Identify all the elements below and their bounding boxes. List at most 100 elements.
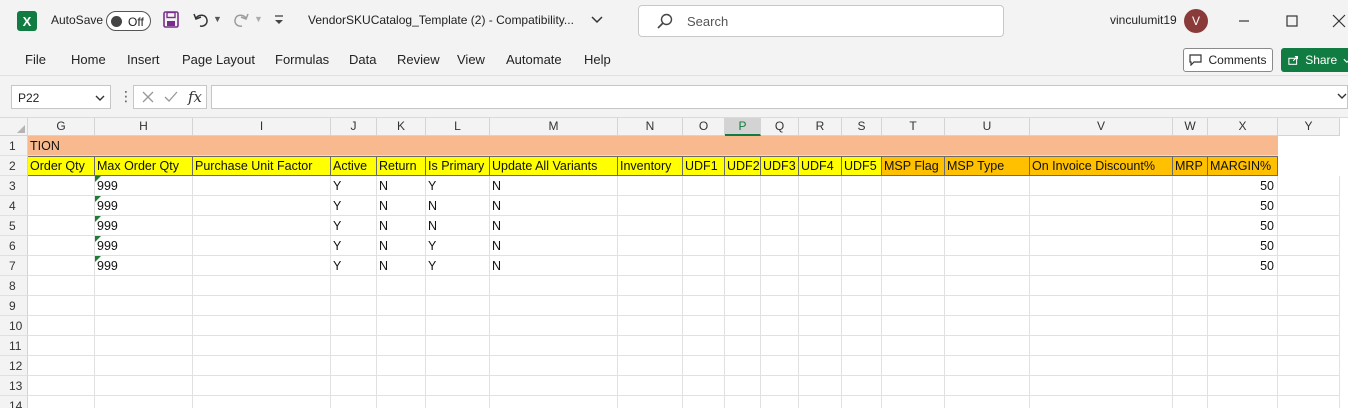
cell-active[interactable]: Y	[331, 196, 377, 216]
cell-return[interactable]: N	[377, 176, 426, 196]
empty-cell[interactable]	[683, 196, 725, 216]
empty-cell[interactable]	[1173, 296, 1208, 316]
column-header-l[interactable]: L	[426, 118, 490, 136]
empty-cell[interactable]	[618, 296, 683, 316]
empty-cell[interactable]	[1173, 276, 1208, 296]
header-cell-msp-type[interactable]: MSP Type	[945, 156, 1030, 176]
close-icon[interactable]	[1331, 13, 1347, 29]
empty-cell[interactable]	[683, 276, 725, 296]
empty-cell[interactable]	[1208, 376, 1278, 396]
empty-cell[interactable]	[377, 276, 426, 296]
empty-cell[interactable]	[618, 216, 683, 236]
header-cell-udf4[interactable]: UDF4	[799, 156, 842, 176]
header-cell-inventory[interactable]: Inventory	[618, 156, 683, 176]
empty-cell[interactable]	[842, 196, 882, 216]
redo-icon[interactable]	[232, 11, 250, 29]
column-header-u[interactable]: U	[945, 118, 1030, 136]
empty-cell[interactable]	[842, 236, 882, 256]
empty-cell[interactable]	[331, 336, 377, 356]
empty-cell[interactable]	[1208, 356, 1278, 376]
header-cell-udf1[interactable]: UDF1	[683, 156, 725, 176]
empty-cell[interactable]	[193, 396, 331, 408]
empty-cell[interactable]	[945, 216, 1030, 236]
empty-cell[interactable]	[945, 356, 1030, 376]
empty-cell[interactable]	[1030, 396, 1173, 408]
empty-cell[interactable]	[761, 196, 799, 216]
empty-cell[interactable]	[725, 256, 761, 276]
empty-cell[interactable]	[28, 196, 95, 216]
empty-cell[interactable]	[618, 276, 683, 296]
empty-cell[interactable]	[725, 376, 761, 396]
empty-cell[interactable]	[761, 376, 799, 396]
empty-cell[interactable]	[1278, 356, 1340, 376]
empty-cell[interactable]	[28, 396, 95, 408]
empty-cell[interactable]	[799, 176, 842, 196]
empty-cell[interactable]	[490, 276, 618, 296]
empty-cell[interactable]	[193, 236, 331, 256]
header-cell-margin[interactable]: MARGIN%	[1208, 156, 1278, 176]
header-cell-is-primary[interactable]: Is Primary	[426, 156, 490, 176]
empty-cell[interactable]	[842, 356, 882, 376]
empty-cell[interactable]	[683, 176, 725, 196]
tab-automate[interactable]: Automate	[506, 52, 562, 67]
empty-cell[interactable]	[882, 216, 945, 236]
cell-active[interactable]: Y	[331, 216, 377, 236]
tab-review[interactable]: Review	[397, 52, 440, 67]
chevron-down-icon[interactable]	[95, 93, 105, 103]
empty-cell[interactable]	[618, 256, 683, 276]
empty-cell[interactable]	[945, 376, 1030, 396]
empty-cell[interactable]	[683, 356, 725, 376]
empty-cell[interactable]	[193, 296, 331, 316]
empty-cell[interactable]	[799, 396, 842, 408]
header-cell-msp-flag[interactable]: MSP Flag	[882, 156, 945, 176]
empty-cell[interactable]	[882, 176, 945, 196]
empty-cell[interactable]	[945, 396, 1030, 408]
empty-cell[interactable]	[1173, 356, 1208, 376]
empty-cell[interactable]	[1173, 376, 1208, 396]
row-header[interactable]: 11	[0, 336, 28, 356]
empty-cell[interactable]	[799, 256, 842, 276]
empty-cell[interactable]	[426, 276, 490, 296]
empty-cell[interactable]	[945, 176, 1030, 196]
empty-cell[interactable]	[1030, 256, 1173, 276]
empty-cell[interactable]	[761, 236, 799, 256]
empty-cell[interactable]	[683, 336, 725, 356]
empty-cell[interactable]	[490, 376, 618, 396]
empty-cell[interactable]	[490, 396, 618, 408]
cell-is-primary[interactable]: N	[426, 216, 490, 236]
empty-cell[interactable]	[377, 396, 426, 408]
empty-cell[interactable]	[725, 176, 761, 196]
cell-update-all-variants[interactable]: N	[490, 176, 618, 196]
empty-cell[interactable]	[761, 276, 799, 296]
empty-cell[interactable]	[1173, 196, 1208, 216]
empty-cell[interactable]	[1278, 236, 1340, 256]
empty-cell[interactable]	[1278, 276, 1340, 296]
cell-update-all-variants[interactable]: N	[490, 216, 618, 236]
column-header-t[interactable]: T	[882, 118, 945, 136]
header-cell-udf2[interactable]: UDF2	[725, 156, 761, 176]
empty-cell[interactable]	[1278, 376, 1340, 396]
empty-cell[interactable]	[95, 396, 193, 408]
empty-cell[interactable]	[1030, 356, 1173, 376]
empty-cell[interactable]	[618, 236, 683, 256]
empty-cell[interactable]	[725, 296, 761, 316]
empty-cell[interactable]	[761, 396, 799, 408]
empty-cell[interactable]	[426, 376, 490, 396]
empty-cell[interactable]	[842, 296, 882, 316]
header-cell-update-all-variants[interactable]: Update All Variants	[490, 156, 618, 176]
header-cell-max-order-qty[interactable]: Max Order Qty	[95, 156, 193, 176]
empty-cell[interactable]	[799, 316, 842, 336]
empty-cell[interactable]	[945, 236, 1030, 256]
empty-cell[interactable]	[1030, 316, 1173, 336]
cell-active[interactable]: Y	[331, 236, 377, 256]
empty-cell[interactable]	[799, 236, 842, 256]
empty-cell[interactable]	[882, 236, 945, 256]
empty-cell[interactable]	[1278, 336, 1340, 356]
header-cell-return[interactable]: Return	[377, 156, 426, 176]
empty-cell[interactable]	[799, 356, 842, 376]
empty-cell[interactable]	[945, 256, 1030, 276]
empty-cell[interactable]	[1030, 336, 1173, 356]
row-header[interactable]: 13	[0, 376, 28, 396]
row-header[interactable]: 8	[0, 276, 28, 296]
empty-cell[interactable]	[799, 216, 842, 236]
